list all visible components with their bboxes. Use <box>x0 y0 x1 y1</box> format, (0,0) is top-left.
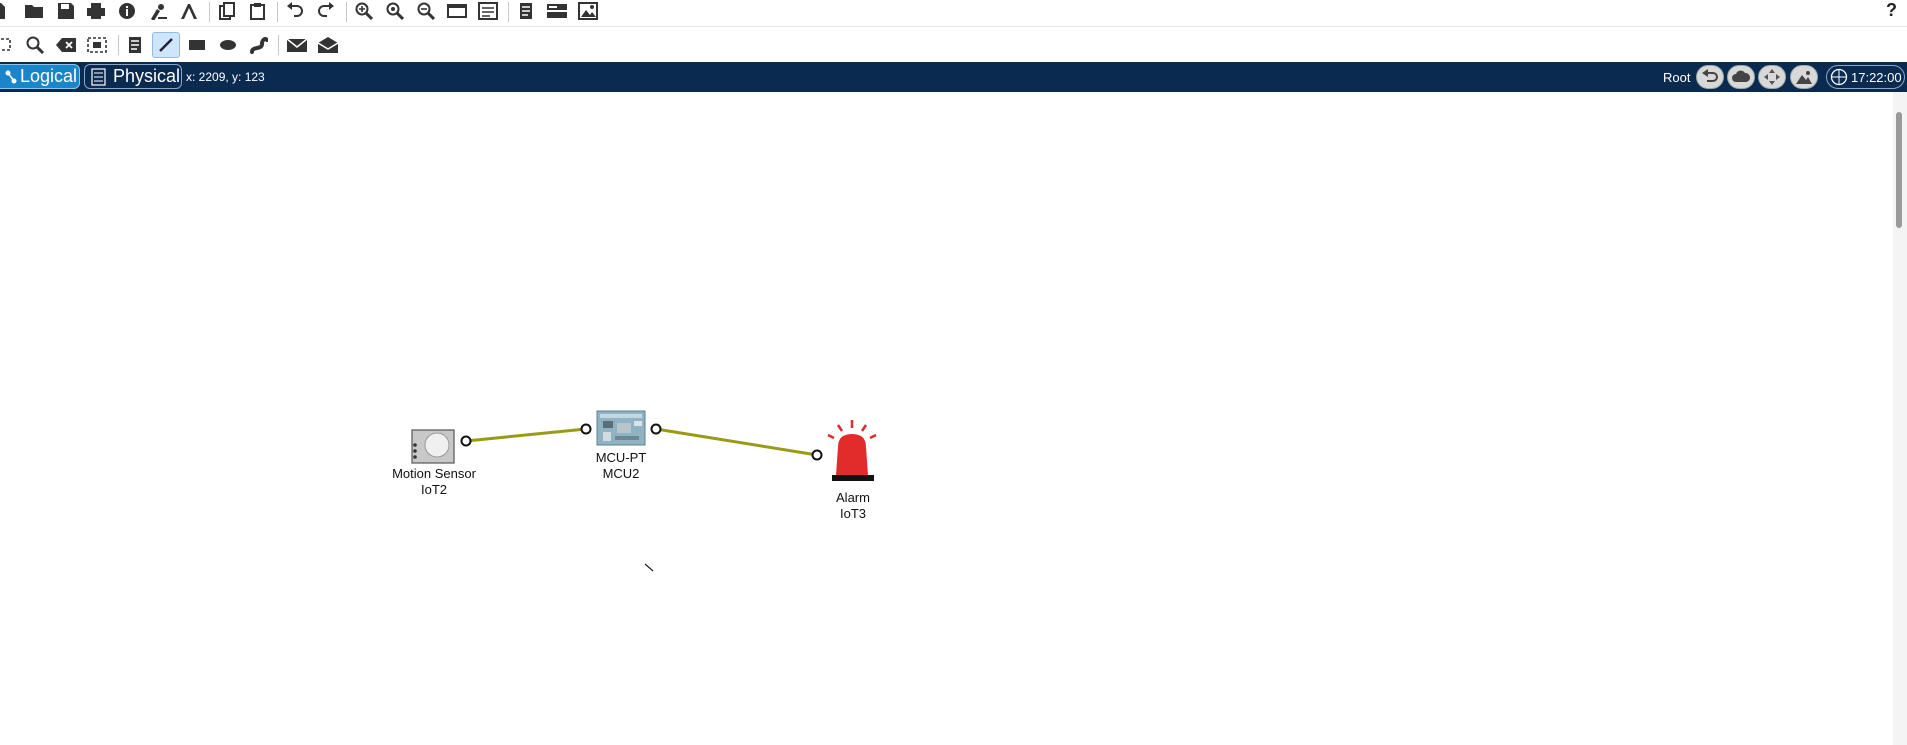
activity-wizard-icon[interactable] <box>176 0 202 22</box>
notes-icon[interactable] <box>513 0 539 22</box>
drawn-line[interactable] <box>644 563 654 572</box>
zoom-in-icon[interactable] <box>351 0 377 22</box>
motion-sensor-icon[interactable] <box>411 429 455 464</box>
link-port-dot <box>460 435 472 447</box>
tab-physical-label: Physical <box>113 66 181 86</box>
background-image-icon[interactable] <box>1790 65 1818 89</box>
clock-time: 17:22:00 <box>1851 69 1902 85</box>
undo-icon[interactable] <box>282 0 308 22</box>
custom-device-icon[interactable] <box>475 0 501 22</box>
drawing-palette-icon[interactable] <box>444 0 470 22</box>
device-type: MCU-PT <box>595 450 647 465</box>
topology-canvas <box>411 410 877 572</box>
main-toolbar: ? <box>0 0 1907 27</box>
info-icon[interactable] <box>114 0 140 22</box>
device-label-alarm[interactable]: Alarm IoT3 <box>813 490 893 522</box>
rack-icon <box>91 67 106 86</box>
tab-logical[interactable]: Logical <box>0 64 80 89</box>
paste-icon[interactable] <box>245 0 271 22</box>
tools-toolbar <box>0 27 1907 61</box>
alarm-siren-icon[interactable] <box>827 420 877 481</box>
mcu-board-icon[interactable] <box>596 410 646 446</box>
vertical-scrollbar[interactable] <box>1893 92 1907 745</box>
draw-line-icon[interactable] <box>152 32 180 58</box>
link-port-dot <box>811 449 823 461</box>
link-motion-mcu[interactable] <box>465 427 587 443</box>
device-name: IoT2 <box>420 482 447 497</box>
device-type: Motion Sensor <box>392 466 476 481</box>
device-name: MCU2 <box>602 466 640 481</box>
wizard-icon[interactable] <box>145 0 171 22</box>
complex-pdu-icon[interactable] <box>314 32 342 58</box>
new-file-icon[interactable] <box>0 0 12 22</box>
inspect-icon[interactable] <box>21 32 49 58</box>
zoom-out-icon[interactable] <box>413 0 439 22</box>
freeform-icon[interactable] <box>245 32 273 58</box>
cluster-cloud-icon[interactable] <box>1727 65 1755 89</box>
save-icon[interactable] <box>53 0 79 22</box>
help-icon[interactable]: ? <box>1886 0 1897 21</box>
tab-physical[interactable]: Physical <box>84 64 182 89</box>
resize-icon[interactable] <box>83 32 111 58</box>
rectangle-icon[interactable] <box>183 32 211 58</box>
cursor-coordinates: x: 2209, y: 123 <box>186 70 265 84</box>
root-label: Root <box>1663 70 1691 85</box>
simple-pdu-icon[interactable] <box>283 32 311 58</box>
back-icon[interactable] <box>1696 65 1724 89</box>
device-label-mcu[interactable]: MCU-PT MCU2 <box>581 450 661 482</box>
copy-icon[interactable] <box>214 0 240 22</box>
clock-viewport[interactable]: 17:22:00 <box>1826 65 1905 89</box>
move-object-icon[interactable] <box>1758 65 1786 89</box>
workspace-navbar: Logical Physical x: 2209, y: 123 Root 17… <box>0 62 1907 92</box>
scrollbar-thumb[interactable] <box>1896 112 1902 228</box>
note-icon[interactable] <box>121 32 149 58</box>
device-name: IoT3 <box>839 506 866 521</box>
device-label-motion-sensor[interactable]: Motion Sensor IoT2 <box>384 466 484 498</box>
open-folder-icon[interactable] <box>21 0 47 22</box>
ellipse-icon[interactable] <box>214 32 242 58</box>
link-port-dot <box>650 423 662 435</box>
zoom-reset-icon[interactable] <box>382 0 408 22</box>
viewport-icon[interactable] <box>544 0 570 22</box>
delete-icon[interactable] <box>52 32 80 58</box>
link-port-dot <box>580 423 592 435</box>
print-icon[interactable] <box>83 0 109 22</box>
link-mcu-alarm[interactable] <box>655 427 818 457</box>
tab-logical-label: Logical <box>20 66 78 86</box>
redo-icon[interactable] <box>313 0 339 22</box>
image-icon[interactable] <box>575 0 601 22</box>
logical-workspace[interactable]: Motion Sensor IoT2 MCU-PT MCU2 Alarm IoT… <box>0 92 1893 745</box>
device-type: Alarm <box>836 490 870 505</box>
select-icon[interactable] <box>0 32 18 58</box>
globe-icon <box>1830 68 1848 86</box>
